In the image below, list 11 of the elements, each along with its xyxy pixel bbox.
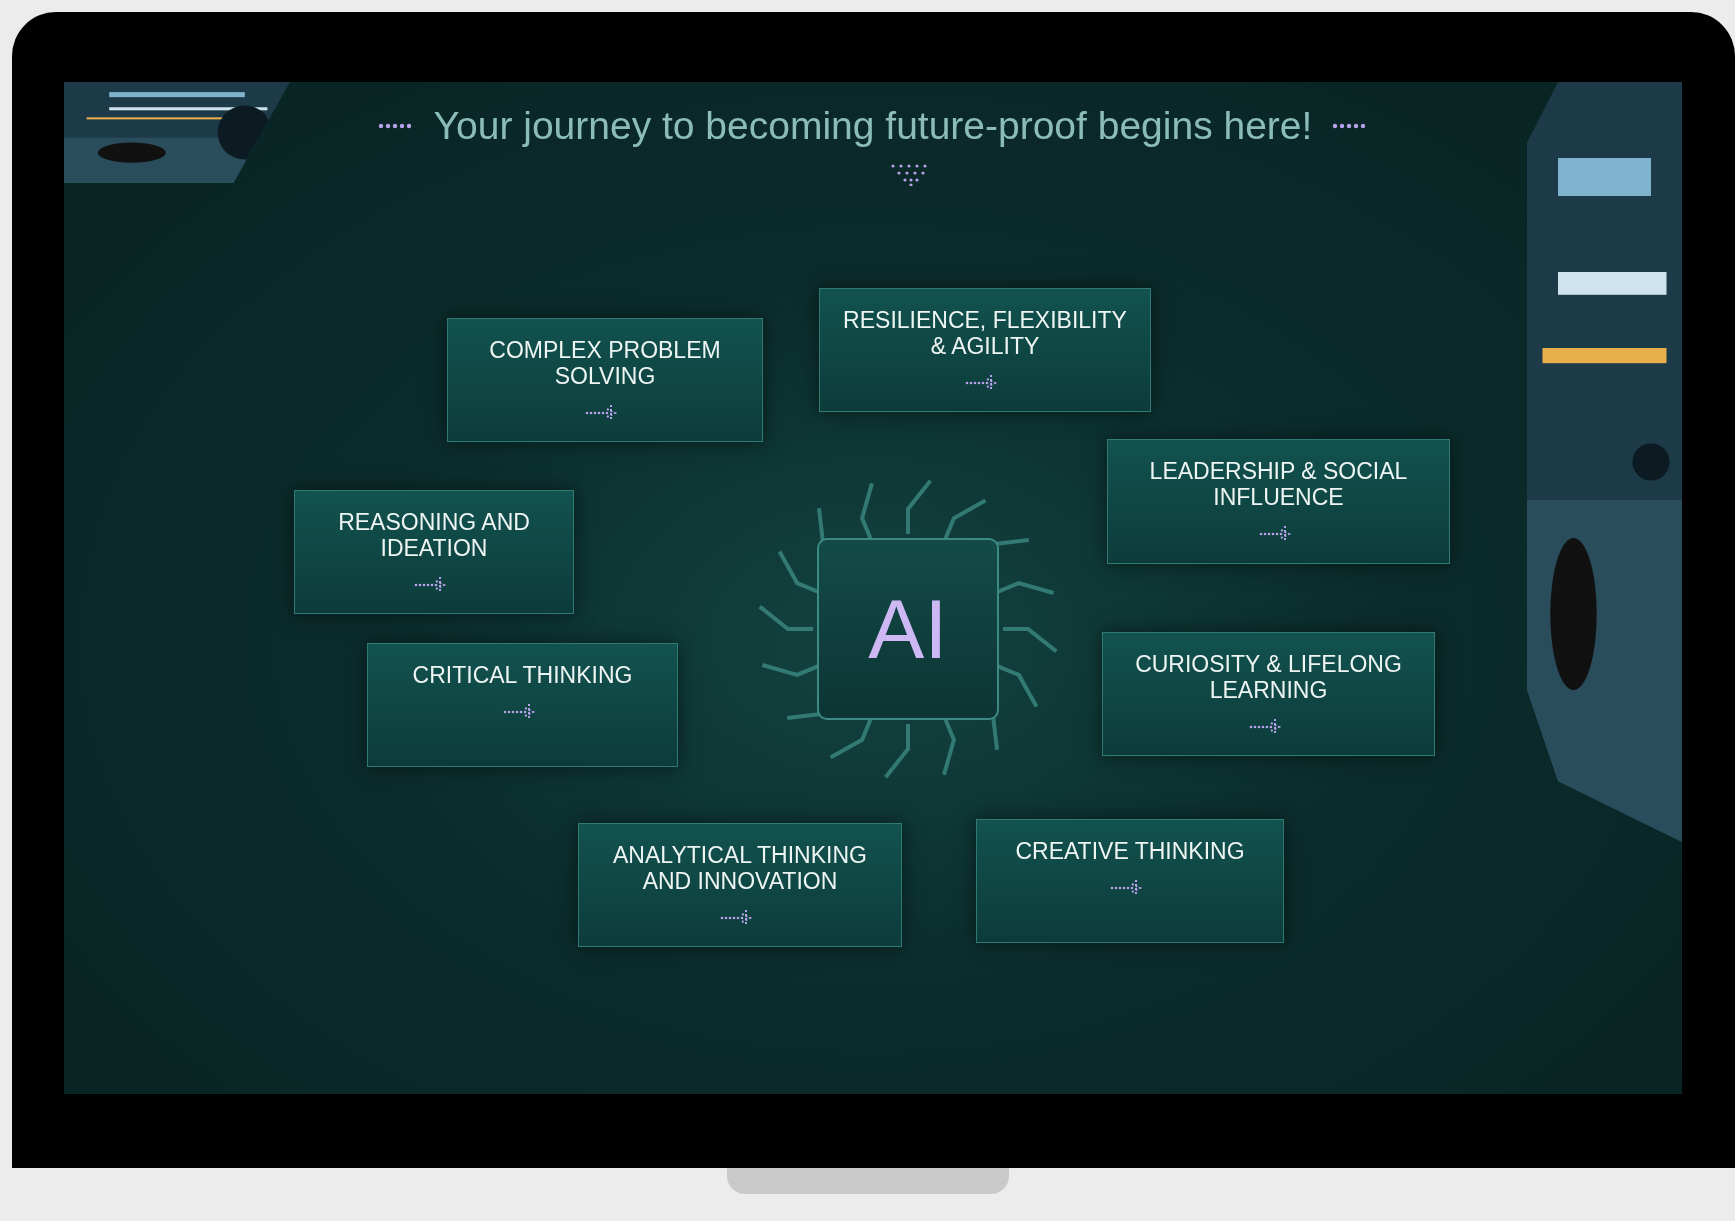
skill-label: CREATIVE THINKING [1015,838,1245,864]
skill-label: LEADERSHIP & SOCIAL INFLUENCE [1148,458,1409,510]
skill-label: CRITICAL THINKING [412,662,633,688]
skill-label: COMPLEX PROBLEM SOLVING [488,337,722,389]
skill-label: ANALYTICAL THINKING AND INNOVATION [612,842,868,894]
dots-icon [377,123,414,129]
skill-label: RESILIENCE, FLEXIBILITY & AGILITY [842,307,1128,359]
skill-label: REASONING AND IDEATION [337,509,531,561]
skill-label: CURIOSITY & LIFELONG LEARNING [1134,651,1403,703]
slide-title: Your journey to becoming future-proof begins here! [433,104,1313,148]
chip-label: AI [868,580,948,678]
